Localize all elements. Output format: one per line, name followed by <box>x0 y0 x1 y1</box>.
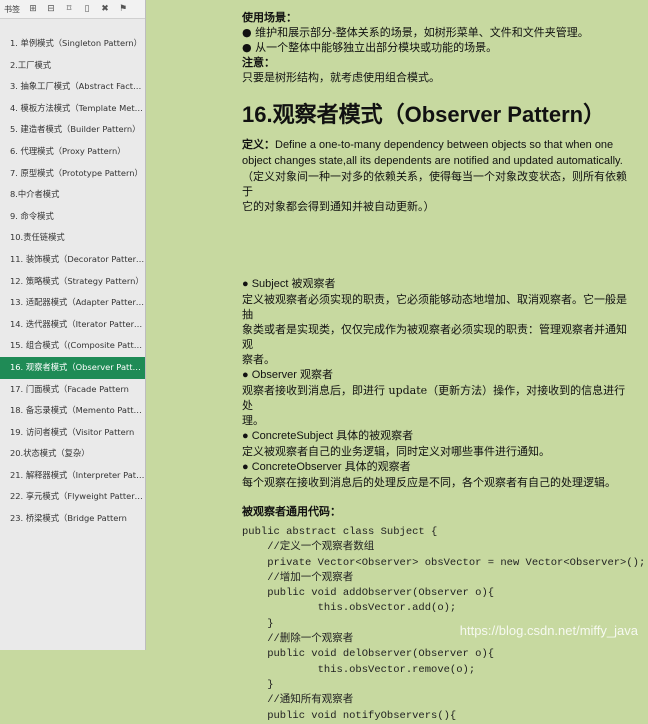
note-title: 注意： <box>242 56 275 69</box>
definition-cn-line: 它的对象都会得到通知并被自动更新。） <box>242 200 435 213</box>
bookmark-item[interactable]: 5. 建造者模式（Builder Pattern） <box>0 119 145 141</box>
bookmark-item[interactable]: 20.状态模式（复杂） <box>0 443 145 465</box>
definition-en-line: object changes state,all its dependents … <box>242 155 623 167</box>
role-text: 定义被观察者必须实现的职责，它必须能够动态地增加、取消观察者。它一般是抽 <box>242 293 627 321</box>
role-heading: ● Observer 观察者 <box>242 369 333 381</box>
bookmark-item[interactable]: 4. 模板方法模式（Template Method） <box>0 98 145 120</box>
bookmark-item[interactable]: 3. 抽象工厂模式（Abstract Factory） <box>0 76 145 98</box>
bookmark-item[interactable]: 18. 备忘录模式（Memento Pattern） <box>0 400 145 422</box>
role-text: 每个观察在接收到消息后的处理反应是不同，各个观察者有自己的处理逻辑。 <box>242 476 616 489</box>
delete-icon[interactable]: ✖ <box>100 4 110 14</box>
role-text: 察者。 <box>242 353 275 366</box>
definition-en-line: Define a one-to-many dependency between … <box>275 139 614 151</box>
bookmark-sidebar: 书签 ⊞ ⊟ ⌑ ▯ ✖ ⚑ 1. 单例模式（Singleton Pattern… <box>0 0 146 650</box>
bookmark-add-icon[interactable]: ⌑ <box>64 4 74 14</box>
bookmark-item[interactable]: 13. 适配器模式（Adapter Pattern） <box>0 292 145 314</box>
collapse-icon[interactable]: ⊟ <box>46 4 56 14</box>
note-text: 只要是树形结构，就考虑使用组合模式。 <box>242 71 440 84</box>
section-heading: 16.观察者模式（Observer Pattern） <box>242 102 606 127</box>
usage-title: 使用场景： <box>242 11 297 24</box>
usage-item: ● 维护和展示部分-整体关系的场景，如树形菜单、文件和文件夹管理。 <box>242 26 589 39</box>
bookmark-item[interactable]: 1. 单例模式（Singleton Pattern） <box>0 33 145 55</box>
bookmark-icon[interactable]: ▯ <box>82 4 92 14</box>
expand-icon[interactable]: ⊞ <box>28 4 38 14</box>
bookmark-item[interactable]: 12. 策略模式（Strategy Pattern） <box>0 271 145 293</box>
role-text: 理。 <box>242 414 264 427</box>
sidebar-toolbar: 书签 ⊞ ⊟ ⌑ ▯ ✖ ⚑ <box>0 0 145 19</box>
role-text: 定义被观察者自己的业务逻辑，同时定义对哪些事件进行通知。 <box>242 445 550 458</box>
diagram-space <box>242 214 636 276</box>
watermark: https://blog.csdn.net/miffy_java <box>459 623 638 638</box>
role-heading: ● ConcreteSubject 具体的被观察者 <box>242 430 414 442</box>
definition-en: 定义：Define a one-to-many dependency betwe… <box>242 137 636 153</box>
role-heading: ● Subject 被观察者 <box>242 278 336 290</box>
bookmark-item[interactable]: 23. 桥梁模式（Bridge Pattern <box>0 508 145 530</box>
bookmark-list: 1. 单例模式（Singleton Pattern） 2.工厂模式 3. 抽象工厂模… <box>0 33 145 530</box>
document-page: 使用场景： ● 维护和展示部分-整体关系的场景，如树形菜单、文件和文件夹管理。 … <box>146 0 648 722</box>
bookmark-item[interactable]: 17. 门面模式（Facade Pattern <box>0 379 145 401</box>
bookmark-item[interactable]: 7. 原型模式（Prototype Pattern） <box>0 163 145 185</box>
role-text: 象类或者是实现类，仅仅完成作为被观察者必须实现的职责：管理观察者并通知观 <box>242 323 627 351</box>
code-title: 被观察者通用代码： <box>242 505 341 518</box>
role-text: 观察者接收到消息后，即进行 update（更新方法）操作，对接收到的信息进行处 <box>242 384 626 412</box>
bookmark-item[interactable]: 15. 组合模式（(Composite Pattern） <box>0 335 145 357</box>
definition-label: 定义： <box>242 139 275 151</box>
bookmark-item[interactable]: 6. 代理模式（Proxy Pattern） <box>0 141 145 163</box>
bookmark-item[interactable]: 22. 享元模式（Flyweight Pattern） <box>0 486 145 508</box>
bookmark-item[interactable]: 8.中介者模式 <box>0 184 145 206</box>
definition-cn-line: （定义对象间一种一对多的依赖关系，使得每当一个对象改变状态，则所有依赖于 <box>242 170 627 198</box>
usage-item: ● 从一个整体中能够独立出部分模块或功能的场景。 <box>242 41 498 54</box>
bookmark-flag-icon[interactable]: ⚑ <box>118 4 128 14</box>
bookmark-item[interactable]: 2.工厂模式 <box>0 55 145 77</box>
bookmark-item[interactable]: 21. 解释器模式（Interpreter Pattern） <box>0 465 145 487</box>
bookmark-item[interactable]: 19. 访问者模式（Visitor Pattern <box>0 422 145 444</box>
role-heading: ● ConcreteObserver 具体的观察者 <box>242 461 411 473</box>
bookmark-item[interactable]: 14. 迭代器模式（Iterator Pattern） <box>0 314 145 336</box>
bookmarks-tab[interactable]: 书签 <box>0 4 24 15</box>
bookmark-item[interactable]: 10.责任链模式 <box>0 227 145 249</box>
bookmark-item[interactable]: 11. 装饰模式（Decorator Pattern） <box>0 249 145 271</box>
bookmark-item[interactable]: 16. 观察者模式（Observer Pattern） <box>0 356 145 379</box>
bookmark-item[interactable]: 9. 命令模式 <box>0 206 145 228</box>
